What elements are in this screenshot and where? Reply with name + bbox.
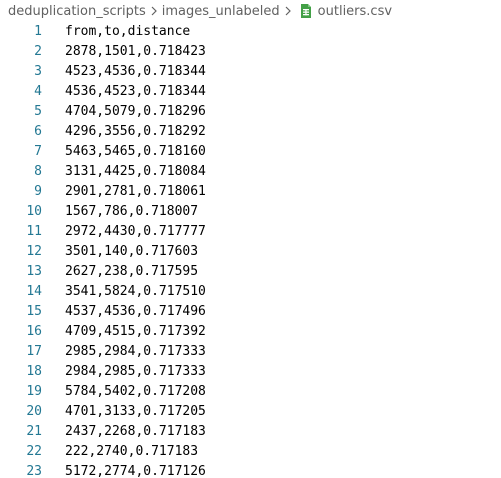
line-number: 19 (26, 384, 42, 399)
line-number: 14 (26, 284, 42, 299)
line-text[interactable]: 3541,5824,0.717510 (65, 282, 206, 302)
code-line[interactable]: 18 2984,2985,0.717333 (0, 362, 501, 382)
code-line[interactable]: 17 2985,2984,0.717333 (0, 342, 501, 362)
breadcrumb-item-outliers-csv[interactable]: outliers.csv (318, 4, 392, 19)
line-text[interactable]: 2878,1501,0.718423 (65, 42, 206, 62)
line-text[interactable]: 4704,5079,0.718296 (65, 102, 206, 122)
csv-file-icon (299, 3, 313, 19)
line-number: 6 (34, 124, 42, 139)
line-text[interactable]: 3501,140,0.717603 (65, 242, 198, 262)
line-text[interactable]: 4701,3133,0.717205 (65, 402, 206, 422)
code-line[interactable]: 13 2627,238,0.717595 (0, 262, 501, 282)
line-number: 4 (34, 84, 42, 99)
line-number: 5 (34, 104, 42, 119)
line-text[interactable]: 4536,4523,0.718344 (65, 82, 206, 102)
line-number: 16 (26, 324, 42, 339)
line-number: 21 (26, 424, 42, 439)
line-text[interactable]: 2985,2984,0.717333 (65, 342, 206, 362)
line-text[interactable]: 2984,2985,0.717333 (65, 362, 206, 382)
line-text[interactable]: 5172,2774,0.717126 (65, 462, 206, 478)
breadcrumb: deduplication_scripts images_unlabeled o… (0, 0, 501, 22)
line-number: 7 (34, 144, 42, 159)
code-line[interactable]: 9 2901,2781,0.718061 (0, 182, 501, 202)
line-number: 8 (34, 164, 42, 179)
code-line[interactable]: 8 3131,4425,0.718084 (0, 162, 501, 182)
line-text[interactable]: 4709,4515,0.717392 (65, 322, 206, 342)
code-line[interactable]: 7 5463,5465,0.718160 (0, 142, 501, 162)
line-number: 20 (26, 404, 42, 419)
editor-window: deduplication_scripts images_unlabeled o… (0, 0, 501, 478)
code-line[interactable]: 21 2437,2268,0.717183 (0, 422, 501, 442)
line-number: 13 (26, 264, 42, 279)
chevron-right-icon (148, 4, 160, 18)
code-line[interactable]: 6 4296,3556,0.718292 (0, 122, 501, 142)
line-number: 10 (26, 204, 42, 219)
line-number: 11 (26, 224, 42, 239)
code-line[interactable]: 3 4523,4536,0.718344 (0, 62, 501, 82)
line-number: 12 (26, 244, 42, 259)
line-text[interactable]: 3131,4425,0.718084 (65, 162, 206, 182)
code-line[interactable]: 11 2972,4430,0.717777 (0, 222, 501, 242)
line-text[interactable]: 2901,2781,0.718061 (65, 182, 206, 202)
line-number: 2 (34, 44, 42, 59)
line-number: 15 (26, 304, 42, 319)
code-line[interactable]: 10 1567,786,0.718007 (0, 202, 501, 222)
line-number: 18 (26, 364, 42, 379)
code-line[interactable]: 2 2878,1501,0.718423 (0, 42, 501, 62)
code-line[interactable]: 1 from,to,distance (0, 22, 501, 42)
line-text[interactable]: 4296,3556,0.718292 (65, 122, 206, 142)
breadcrumb-item-deduplication-scripts[interactable]: deduplication_scripts (8, 4, 146, 19)
code-line[interactable]: 16 4709,4515,0.717392 (0, 322, 501, 342)
code-line[interactable]: 20 4701,3133,0.717205 (0, 402, 501, 422)
line-number: 17 (26, 344, 42, 359)
line-text[interactable]: 222,2740,0.717183 (65, 442, 198, 462)
line-text[interactable]: 4537,4536,0.717496 (65, 302, 206, 322)
line-text[interactable]: 5784,5402,0.717208 (65, 382, 206, 402)
code-line[interactable]: 12 3501,140,0.717603 (0, 242, 501, 262)
code-line[interactable]: 5 4704,5079,0.718296 (0, 102, 501, 122)
line-text[interactable]: 1567,786,0.718007 (65, 202, 198, 222)
line-number: 3 (34, 64, 42, 79)
code-editor[interactable]: 1 from,to,distance 2 2878,1501,0.718423 3 452… (0, 22, 501, 478)
chevron-right-icon (282, 4, 294, 18)
code-line[interactable]: 4 4536,4523,0.718344 (0, 82, 501, 102)
code-line[interactable]: 14 3541,5824,0.717510 (0, 282, 501, 302)
line-text[interactable]: 4523,4536,0.718344 (65, 62, 206, 82)
line-number: 22 (26, 444, 42, 459)
code-line[interactable]: 23 5172,2774,0.717126 (0, 462, 501, 478)
line-text[interactable]: 2437,2268,0.717183 (65, 422, 206, 442)
breadcrumb-item-images-unlabeled[interactable]: images_unlabeled (162, 4, 280, 19)
line-number: 1 (34, 24, 42, 39)
line-number: 23 (26, 464, 42, 478)
line-text[interactable]: from,to,distance (65, 22, 190, 42)
line-text[interactable]: 2627,238,0.717595 (65, 262, 198, 282)
line-text[interactable]: 2972,4430,0.717777 (65, 222, 206, 242)
code-line[interactable]: 15 4537,4536,0.717496 (0, 302, 501, 322)
line-text[interactable]: 5463,5465,0.718160 (65, 142, 206, 162)
code-line[interactable]: 19 5784,5402,0.717208 (0, 382, 501, 402)
code-line[interactable]: 22 222,2740,0.717183 (0, 442, 501, 462)
line-number: 9 (34, 184, 42, 199)
